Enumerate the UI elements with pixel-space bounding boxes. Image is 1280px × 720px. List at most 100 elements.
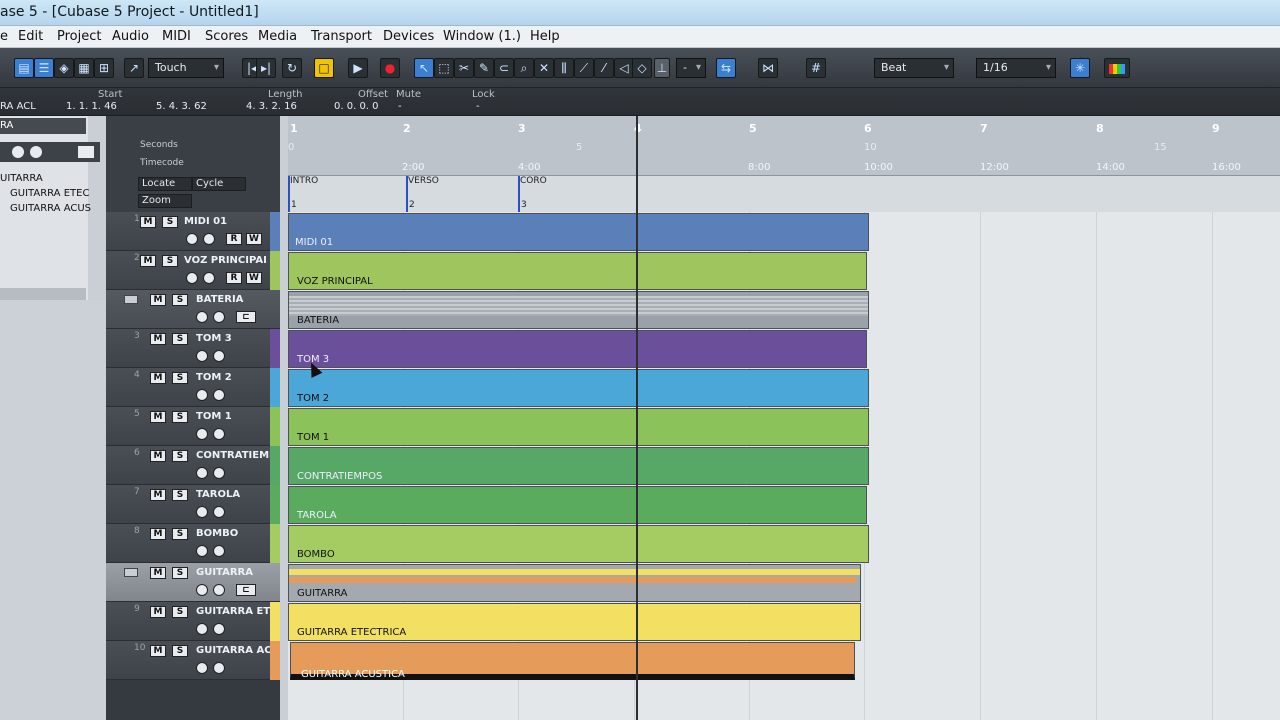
project-cursor[interactable] — [636, 116, 638, 720]
info-offset-value[interactable]: 0. 0. 0. 0 — [334, 101, 379, 112]
inspector-item[interactable]: UITARRA — [0, 173, 43, 184]
nudge-icon[interactable]: ⊥ — [654, 58, 670, 78]
monitor-icon[interactable] — [213, 662, 225, 674]
cycle-icon[interactable]: ↻ — [282, 58, 302, 78]
info-mute-value[interactable]: - — [398, 101, 402, 112]
solo-button[interactable]: S — [162, 216, 178, 228]
audio-event-selected[interactable]: GUITARRA ACUSTICA — [290, 642, 855, 680]
nudge-select[interactable]: - — [676, 58, 706, 78]
audio-event[interactable]: TOM 2 — [288, 369, 869, 407]
audio-event[interactable]: TOM 3 — [288, 330, 867, 368]
folder-open-icon[interactable]: ⊏ — [236, 584, 256, 596]
menu-help[interactable]: Help — [530, 29, 560, 44]
automation-mode-select[interactable]: Touch — [148, 58, 224, 78]
solo-button[interactable]: S — [172, 372, 188, 384]
monitor-icon[interactable] — [213, 350, 225, 362]
mute-button[interactable]: M — [150, 567, 166, 579]
play-tool-icon[interactable]: ◇ — [632, 58, 652, 78]
mute-button[interactable]: M — [150, 333, 166, 345]
audio-event[interactable]: VOZ PRINCIPAL — [288, 252, 867, 290]
track-row[interactable]: 3 M S TOM 3 — [106, 329, 280, 368]
menu-project[interactable]: Project — [57, 29, 101, 44]
line-tool-icon[interactable]: ⁄ — [594, 58, 614, 78]
track-row[interactable]: 5 M S TOM 1 — [106, 407, 280, 446]
record-enable-icon[interactable] — [196, 545, 208, 557]
quantize-select[interactable]: 1/16 — [976, 58, 1056, 78]
record-icon[interactable]: ● — [380, 58, 400, 78]
write-button[interactable]: W — [246, 233, 262, 245]
mute-button[interactable]: M — [150, 606, 166, 618]
mute-button[interactable]: M — [150, 294, 166, 306]
monitor-icon[interactable] — [213, 506, 225, 518]
marker[interactable]: CORO 3 — [518, 176, 547, 212]
track-name[interactable]: CONTRATIEMP — [196, 450, 278, 461]
record-enable-icon[interactable] — [186, 233, 198, 245]
solo-button[interactable]: S — [172, 411, 188, 423]
read-button[interactable]: R — [226, 272, 242, 284]
zoom-tool-icon[interactable]: ⌕ — [514, 58, 534, 78]
track-name[interactable]: BATERIA — [196, 294, 278, 305]
mute-button[interactable]: M — [140, 255, 156, 267]
monitor-icon[interactable] — [203, 272, 215, 284]
monitor-icon[interactable] — [213, 389, 225, 401]
solo-button[interactable]: S — [162, 255, 178, 267]
track-row[interactable]: 6 M S CONTRATIEMP — [106, 446, 280, 485]
midi-part[interactable]: MIDI 01 — [288, 213, 869, 251]
record-enable-icon[interactable] — [196, 623, 208, 635]
solo-button[interactable]: S — [172, 606, 188, 618]
info-name-value[interactable]: RA ACL — [0, 101, 36, 112]
solo-button[interactable]: S — [172, 450, 188, 462]
locate-select[interactable]: Locate — [138, 177, 192, 191]
mute-button[interactable]: M — [150, 450, 166, 462]
menu-midi[interactable]: MIDI — [162, 29, 191, 44]
marker[interactable]: VERSO 2 — [406, 176, 439, 212]
menu-media[interactable]: Media — [258, 29, 297, 44]
grid-type-select[interactable]: Beat — [874, 58, 954, 78]
speaker-icon[interactable] — [30, 146, 42, 158]
play-icon[interactable]: ▶ — [348, 58, 368, 78]
monitor-icon[interactable] — [213, 584, 225, 596]
monitor-icon[interactable] — [213, 545, 225, 557]
mute-tool-icon[interactable]: ◁ — [614, 58, 634, 78]
audio-event[interactable]: TOM 1 — [288, 408, 869, 446]
write-button[interactable]: W — [246, 272, 262, 284]
track-row[interactable]: 7 M S TAROLA — [106, 485, 280, 524]
info-end-value[interactable]: 5. 4. 3. 62 — [156, 101, 207, 112]
track-name[interactable]: TOM 1 — [196, 411, 278, 422]
track-row[interactable]: 4 M S TOM 2 — [106, 368, 280, 407]
object-selection-tool-icon[interactable]: ↖ — [414, 58, 434, 78]
mute-button[interactable]: M — [140, 216, 156, 228]
inspector-scrollbar[interactable] — [0, 288, 86, 300]
mute-button[interactable]: M — [150, 528, 166, 540]
audio-event[interactable]: CONTRATIEMPOS — [288, 447, 869, 485]
monitor-icon[interactable] — [213, 467, 225, 479]
info-start-value[interactable]: 1. 1. 1. 46 — [66, 101, 117, 112]
solo-button[interactable]: S — [172, 567, 188, 579]
monitor-icon[interactable] — [12, 146, 24, 158]
solo-button[interactable]: S — [172, 528, 188, 540]
track-name[interactable]: TAROLA — [196, 489, 278, 500]
audio-event[interactable]: TAROLA — [288, 486, 867, 524]
track-row[interactable]: 8 M S BOMBO — [106, 524, 280, 563]
audio-event[interactable]: GUITARRA ETECTRICA — [288, 603, 861, 641]
menu-scores[interactable]: Scores — [205, 29, 248, 44]
inspector-item[interactable]: GUITARRA ACUS — [10, 203, 91, 214]
show-overview-icon[interactable]: ◈ — [54, 58, 74, 78]
folder-part[interactable]: BATERIA — [288, 291, 869, 329]
read-button[interactable]: R — [226, 233, 242, 245]
menu-transport[interactable]: Transport — [311, 29, 372, 44]
inspector-header[interactable]: RA — [0, 118, 86, 134]
range-selection-tool-icon[interactable]: ⬚ — [434, 58, 454, 78]
go-to-end-icon[interactable]: ▸| — [256, 58, 276, 78]
record-enable-icon[interactable] — [196, 662, 208, 674]
snap-on-icon[interactable]: # — [806, 58, 826, 78]
menu-file[interactable]: e — [0, 29, 8, 44]
mute-button[interactable]: M — [150, 489, 166, 501]
menu-audio[interactable]: Audio — [112, 29, 149, 44]
monitor-icon[interactable] — [213, 311, 225, 323]
track-name[interactable]: BOMBO — [196, 528, 278, 539]
glue-tool-icon[interactable]: ⊂ — [494, 58, 514, 78]
track-row[interactable]: 1 M S MIDI 01 R W — [106, 212, 280, 251]
track-name[interactable]: VOZ PRINCIPAL — [184, 255, 266, 266]
record-enable-icon[interactable] — [196, 311, 208, 323]
